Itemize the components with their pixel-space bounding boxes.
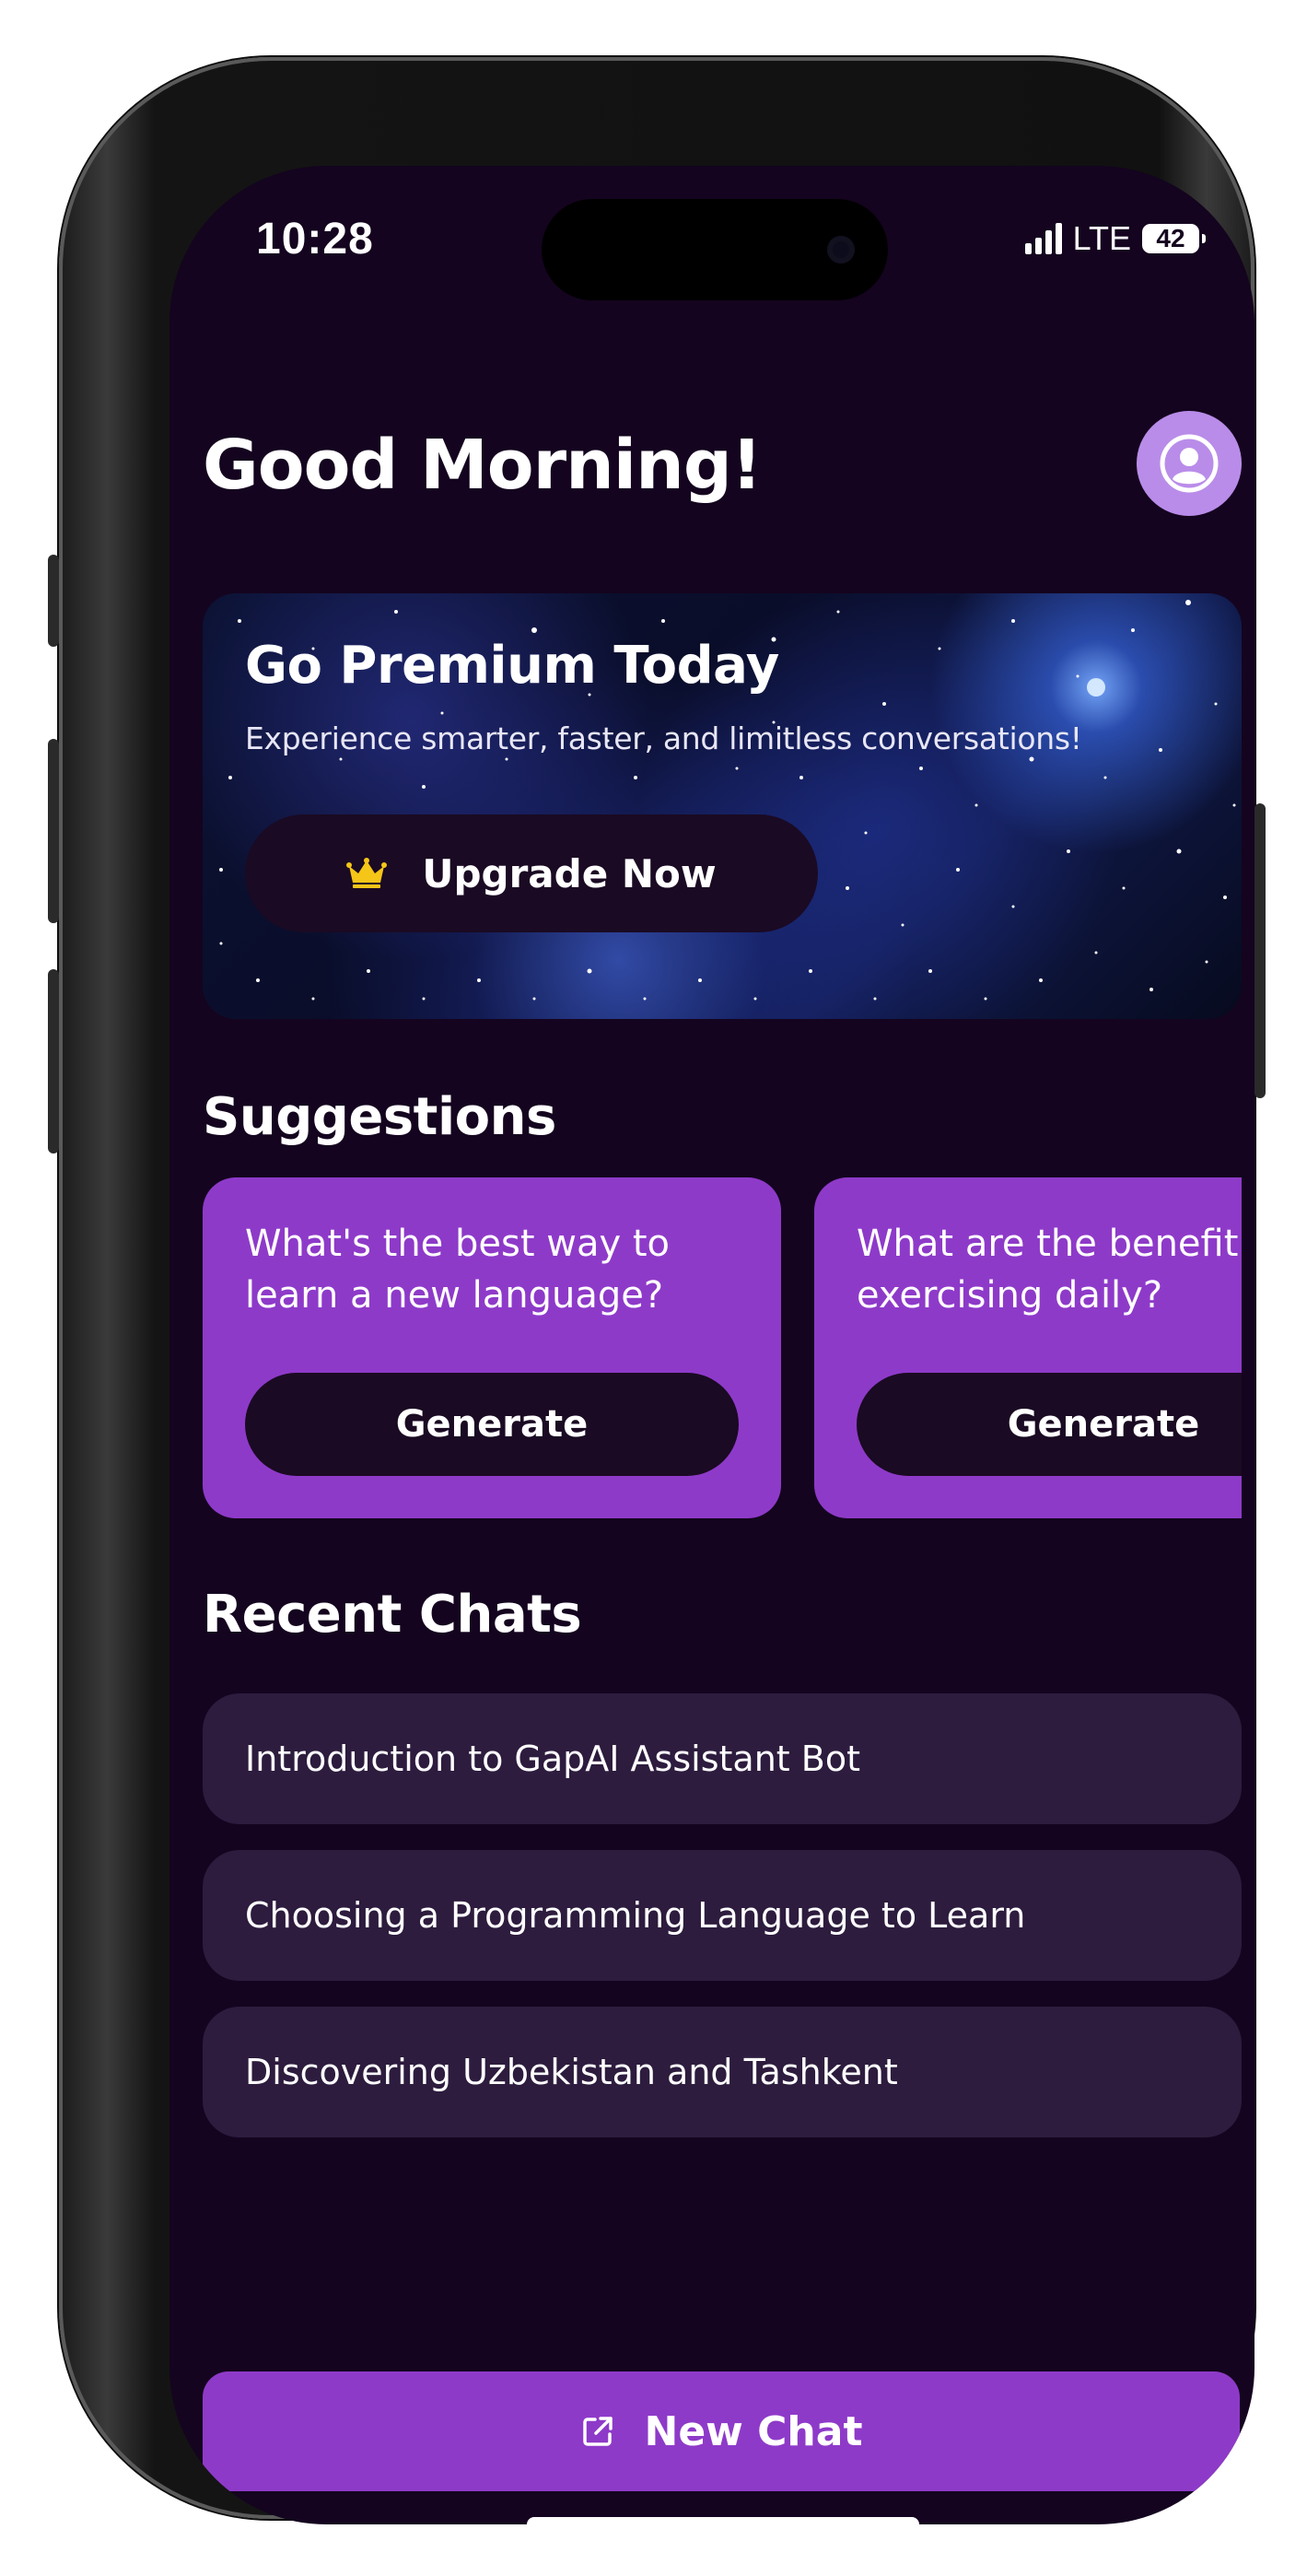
recent-chat-item[interactable]: Introduction to GapAI Assistant Bot [203,1693,1242,1824]
status-time: 10:28 [256,215,374,263]
network-type: LTE [1072,219,1131,257]
external-link-icon [582,2417,613,2446]
suggestion-text: What are the benefit exercising daily? [857,1223,1239,1317]
suggestions-title: Suggestions [203,1087,556,1147]
upgrade-now-button[interactable]: Upgrade Now [245,814,818,932]
phone-frame: 10:28 LTE 42 Good Morning! Go Premium To… [48,57,1266,2524]
new-chat-label: New Chat [644,2407,863,2455]
dynamic-island [542,199,888,300]
recent-chat-item[interactable]: Discovering Uzbekistan and Tashkent [203,2007,1242,2137]
volume-up-button [48,739,59,923]
generate-button[interactable]: Generate [857,1373,1242,1476]
new-chat-button[interactable]: New Chat [203,2371,1240,2491]
recent-chat-item[interactable]: Choosing a Programming Language to Learn [203,1850,1242,1981]
user-avatar-icon[interactable] [1137,411,1242,516]
greeting-title: Good Morning! [203,426,763,505]
power-button [1254,803,1266,1098]
recent-chats-title: Recent Chats [203,1585,582,1645]
recent-chat-label: Introduction to GapAI Assistant Bot [245,1739,860,1779]
home-indicator[interactable] [527,2517,919,2524]
suggestions-carousel[interactable]: What's the best way to learn a new langu… [203,1177,1242,1520]
status-indicators: LTE 42 [1024,219,1206,258]
volume-down-button [48,969,59,1153]
silent-switch [48,555,59,647]
suggestion-card[interactable]: What's the best way to learn a new langu… [203,1177,781,1518]
crown-icon [346,858,388,888]
suggestion-text: What's the best way to learn a new langu… [245,1223,671,1317]
generate-button[interactable]: Generate [245,1373,739,1476]
upgrade-now-label: Upgrade Now [422,850,717,896]
signal-icon [1024,223,1062,254]
user-avatar-glyph [1160,434,1219,493]
battery-icon: 42 [1142,224,1206,253]
suggestion-card[interactable]: What are the benefit exercising daily? G… [814,1177,1242,1518]
recent-chat-label: Choosing a Programming Language to Learn [245,1895,1026,1936]
app-screen: 10:28 LTE 42 Good Morning! Go Premium To… [169,166,1254,2524]
premium-subtitle: Experience smarter, faster, and limitles… [245,720,1082,756]
recent-chat-label: Discovering Uzbekistan and Tashkent [245,2052,898,2092]
camera-icon [827,236,855,263]
premium-banner: Go Premium Today Experience smarter, fas… [203,593,1242,1019]
premium-title: Go Premium Today [245,636,779,696]
